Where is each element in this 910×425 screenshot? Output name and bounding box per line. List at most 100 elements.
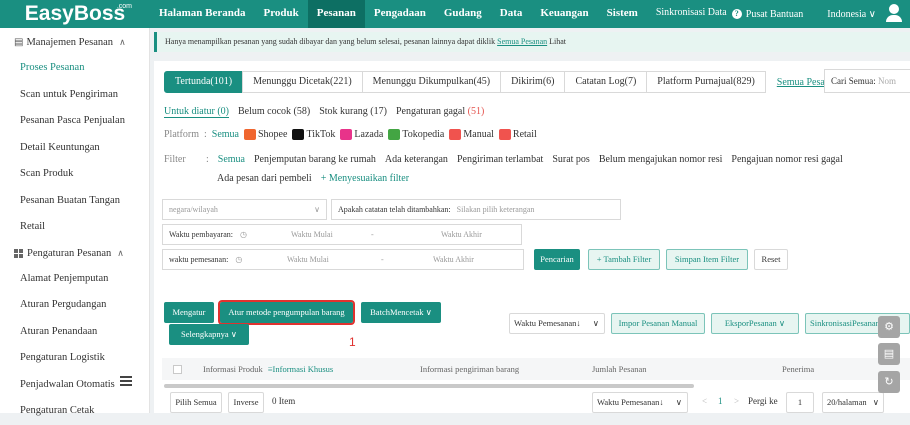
filter-pesan-pembeli[interactable]: Ada pesan dari pembeli <box>217 173 312 184</box>
notes-icon[interactable]: ▤ <box>878 343 900 365</box>
nav-sync-data[interactable]: Sinkronisasi Data <box>647 0 736 28</box>
batch-print-label: BatchMencetak <box>370 307 424 317</box>
collection-method-button[interactable]: Atur metode pengumpulan barang <box>218 300 355 325</box>
goto-page-input[interactable]: 1 <box>786 392 814 413</box>
sidebar-item-retail[interactable]: Retail <box>0 214 149 241</box>
filter-all[interactable]: Semua <box>218 154 245 165</box>
retail-icon <box>498 129 511 141</box>
page-number[interactable]: 1 <box>718 396 723 406</box>
tab-menunggu-dicetak[interactable]: Menunggu Dicetak(221) <box>242 71 363 93</box>
refresh-icon[interactable]: ↻ <box>878 371 900 393</box>
user-avatar-icon[interactable] <box>880 0 910 28</box>
search-all-input[interactable]: Cari Semua: Nom <box>824 69 910 93</box>
reset-button[interactable]: Reset <box>754 249 788 270</box>
sidebar-item-aturan-penandaan[interactable]: Aturan Penandaan <box>0 319 149 346</box>
question-icon: ? <box>731 9 742 19</box>
col-shipping-info: Informasi pengiriman barang <box>420 364 520 374</box>
filter-pengiriman-terlambat[interactable]: Pengiriman terlambat <box>457 154 543 165</box>
nav-data[interactable]: Data <box>491 0 532 28</box>
filter-label: Filter <box>164 153 186 165</box>
easyboss-logo[interactable]: EasyBoss .com <box>0 0 150 28</box>
subtab-untuk-diatur[interactable]: Untuk diatur (0) <box>164 106 229 118</box>
nav-sistem[interactable]: Sistem <box>598 0 647 28</box>
platform-shopee[interactable]: Shopee <box>244 129 287 141</box>
platform-manual[interactable]: Manual <box>449 129 494 141</box>
custom-info-link[interactable]: ≡Informasi Khusus <box>268 364 333 374</box>
chevron-down-icon: ∨ <box>868 8 876 20</box>
filter-resi-gagal[interactable]: Pengajuan nomor resi gagal <box>731 154 842 165</box>
sidebar-item-scan-pengiriman[interactable]: Scan untuk Pengiriman <box>0 82 149 109</box>
tab-catatan-log[interactable]: Catatan Log(7) <box>564 71 648 93</box>
prev-page-icon[interactable]: < <box>702 396 707 406</box>
search-button[interactable]: Pencarian <box>534 249 580 270</box>
nav-gudang[interactable]: Gudang <box>435 0 491 28</box>
arrange-button[interactable]: Mengatur <box>164 302 214 323</box>
sidebar-item-pengaturan-cetak[interactable]: Pengaturan Cetak <box>0 398 149 425</box>
chevron-up-icon: ∧ <box>117 247 124 258</box>
region-placeholder: negara/wilayah <box>169 205 218 214</box>
save-filter-button[interactable]: Simpan Item Filter <box>666 249 748 270</box>
subtab-belum-cocok[interactable]: Belum cocok (58) <box>238 106 310 118</box>
nav-keuangan[interactable]: Keuangan <box>531 0 597 28</box>
tab-platform-purnajual[interactable]: Platform Purnajual(829) <box>646 71 766 93</box>
filter-ada-keterangan[interactable]: Ada keterangan <box>385 154 448 165</box>
language-select[interactable]: Indonesia ∨ <box>827 9 876 20</box>
table-footer: Pilih Semua Inverse 0 Item Waktu Pemesan… <box>162 391 910 413</box>
sidebar-item-detail-keuntungan[interactable]: Detail Keuntungan <box>0 135 149 162</box>
subtab-pengaturan-gagal[interactable]: Pengaturan gagal (51) <box>396 106 484 118</box>
sidebar-group-order-management[interactable]: ▤ Manajemen Pesanan ∧ <box>0 30 149 55</box>
per-page-select[interactable]: 20/halaman ∨ <box>822 392 884 413</box>
settings-icon[interactable]: ⚙ <box>878 316 900 338</box>
sidebar-item-proses-pesanan[interactable]: Proses Pesanan <box>0 55 149 82</box>
platform-label: Tokopedia <box>402 129 445 140</box>
select-all-checkbox[interactable] <box>173 364 182 374</box>
more-button[interactable]: Selengkapnya ∨ <box>169 324 249 345</box>
tab-menunggu-dikumpulkan[interactable]: Menunggu Dikumpulkan(45) <box>361 71 502 93</box>
sidebar-item-buatan-tangan[interactable]: Pesanan Buatan Tangan <box>0 188 149 215</box>
sort-select[interactable]: Waktu Pemesanan↓ ∨ <box>509 313 605 334</box>
sidebar-item-alamat-penjemputan[interactable]: Alamat Penjemputan <box>0 266 149 293</box>
sidebar-item-aturan-pergudangan[interactable]: Aturan Pergudangan <box>0 292 149 319</box>
nav-beranda[interactable]: Halaman Beranda <box>150 0 254 28</box>
nav-produk[interactable]: Produk <box>254 0 307 28</box>
note-select[interactable]: Apakah catatan telah ditambahkan: Silaka… <box>331 199 621 220</box>
platform-all[interactable]: Semua <box>212 129 239 140</box>
range-dash: - <box>371 230 374 239</box>
footer-sort-select[interactable]: Waktu Pemesanan↓ ∨ <box>592 392 688 413</box>
help-center-link[interactable]: ? Pusat Bantuan <box>731 9 803 20</box>
import-manual-button[interactable]: Impor Pesanan Manual <box>611 313 705 334</box>
platform-tokopedia[interactable]: Tokopedia <box>388 129 445 141</box>
batch-print-button[interactable]: BatchMencetak ∨ <box>361 302 441 323</box>
next-page-icon[interactable]: > <box>734 396 739 406</box>
sidebar-group-order-settings[interactable]: Pengaturan Pesanan ∧ <box>0 241 149 266</box>
filter-penjemputan[interactable]: Penjemputan barang ke rumah <box>254 154 376 165</box>
nav-pengadaan[interactable]: Pengadaan <box>365 0 435 28</box>
platform-retail[interactable]: Retail <box>498 129 537 141</box>
tab-tertunda[interactable]: Tertunda(101) <box>164 71 244 93</box>
sidebar-item-scan-produk[interactable]: Scan Produk <box>0 161 149 188</box>
inverse-button[interactable]: Inverse <box>228 392 264 413</box>
filter-surat-pos[interactable]: Surat pos <box>552 154 590 165</box>
platform-lazada[interactable]: Lazada <box>340 129 383 141</box>
filter-belum-resi[interactable]: Belum mengajukan nomor resi <box>599 154 723 165</box>
platform-label: TikTok <box>306 129 336 140</box>
tab-dikirim[interactable]: Dikirim(6) <box>500 71 566 93</box>
top-navbar: EasyBoss .com Halaman Beranda Produk Pes… <box>0 0 910 28</box>
export-button[interactable]: EksporPesanan ∨ <box>711 313 799 334</box>
subtab-stok-kurang[interactable]: Stok kurang (17) <box>319 106 387 118</box>
platform-tiktok[interactable]: TikTok <box>292 129 336 141</box>
payment-time-range[interactable]: Waktu pembayaran: ◷ Waktu Mulai - Waktu … <box>162 224 522 245</box>
select-all-button[interactable]: Pilih Semua <box>170 392 222 413</box>
region-select[interactable]: negara/wilayah ∨ <box>162 199 327 220</box>
add-filter-button[interactable]: + Tambah Filter <box>588 249 660 270</box>
nav-pesanan[interactable]: Pesanan <box>307 0 365 28</box>
horizontal-scrollbar[interactable] <box>164 384 694 388</box>
order-time-range[interactable]: waktu pemesanan: ◷ Waktu Mulai - Waktu A… <box>162 249 524 270</box>
customize-filter-link[interactable]: + Menyesuaikan filter <box>321 173 409 184</box>
notice-suffix: Lihat <box>549 37 567 46</box>
sidebar-item-pengaturan-logistik[interactable]: Pengaturan Logistik <box>0 345 149 372</box>
menu-collapse-icon[interactable] <box>120 376 132 388</box>
sidebar-item-pasca-penjualan[interactable]: Pesanan Pasca Penjualan <box>0 108 149 135</box>
notice-all-orders-link[interactable]: Semua Pesanan <box>497 37 547 46</box>
chevron-down-icon: ∨ <box>675 397 682 407</box>
